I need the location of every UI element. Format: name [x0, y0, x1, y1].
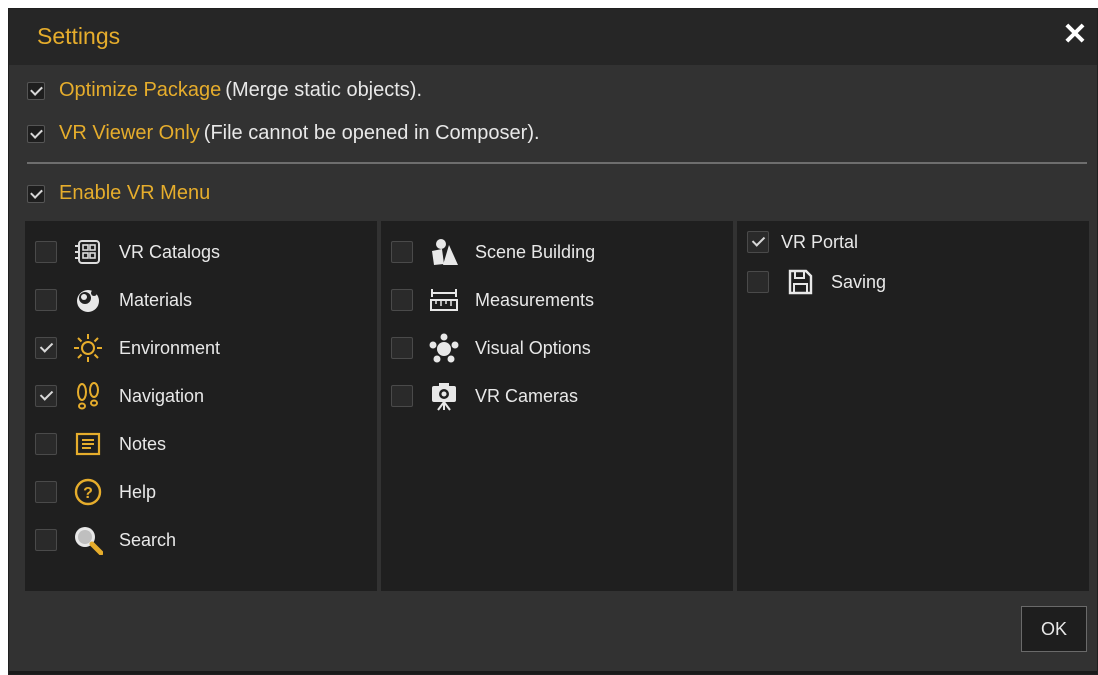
optimize-package-option[interactable]: Optimize Package (Merge static objects). [27, 79, 422, 102]
menu-item-label: Materials [119, 289, 193, 310]
vr-viewer-only-label: VR Viewer Only [59, 122, 200, 144]
enable-vr-menu-checkbox[interactable] [27, 184, 45, 203]
vr-portal-checkbox[interactable] [747, 231, 769, 253]
menu-item-vr-portal[interactable]: VR Portal [747, 231, 858, 253]
menu-item-label: VR Portal [781, 231, 859, 252]
menu-item-visual-options[interactable]: Visual Options [391, 331, 591, 365]
help-checkbox[interactable] [35, 481, 57, 503]
menu-item-environment[interactable]: Environment [35, 331, 220, 365]
menu-item-label: Visual Options [475, 337, 591, 358]
dialog-bottom-edge [9, 671, 1097, 674]
environment-checkbox[interactable] [35, 337, 57, 359]
help-icon: ? [71, 475, 105, 509]
visual-options-checkbox[interactable] [391, 337, 413, 359]
ruler-icon [427, 283, 461, 317]
menu-item-label: Scene Building [475, 241, 596, 262]
menu-item-label: VR Cameras [475, 385, 579, 406]
search-icon [71, 523, 105, 557]
optimize-package-label: Optimize Package [59, 79, 222, 101]
vr-viewer-only-option[interactable]: VR Viewer Only (File cannot be opened in… [27, 122, 540, 145]
settings-dialog: Settings ✕ Optimize Package (Merge stati… [8, 8, 1098, 675]
close-button[interactable]: ✕ [1059, 19, 1091, 51]
menu-item-label: Notes [119, 433, 167, 454]
optimize-package-checkbox[interactable] [27, 81, 45, 100]
scene-building-checkbox[interactable] [391, 241, 413, 263]
menu-item-label: Search [119, 529, 177, 550]
dialog-title: Settings [37, 23, 121, 49]
vr-cameras-checkbox[interactable] [391, 385, 413, 407]
sun-icon [71, 331, 105, 365]
svg-text:?: ? [83, 485, 93, 502]
shapes-icon [427, 235, 461, 269]
menu-item-scene-building[interactable]: Scene Building [391, 235, 595, 269]
menu-column-1: VR Catalogs Materials Environment Naviga… [25, 221, 377, 591]
notes-checkbox[interactable] [35, 433, 57, 455]
footprints-icon [71, 379, 105, 413]
menu-item-label: Navigation [119, 385, 205, 406]
menu-item-navigation[interactable]: Navigation [35, 379, 204, 413]
menu-item-search[interactable]: Search [35, 523, 176, 557]
saving-checkbox[interactable] [747, 271, 769, 293]
menu-item-label: Environment [119, 337, 221, 358]
optimize-package-note: (Merge static objects). [225, 79, 423, 101]
materials-icon [71, 283, 105, 317]
vr-catalogs-checkbox[interactable] [35, 241, 57, 263]
menu-item-materials[interactable]: Materials [35, 283, 192, 317]
navigation-checkbox[interactable] [35, 385, 57, 407]
menu-item-vr-catalogs[interactable]: VR Catalogs [35, 235, 220, 269]
menu-item-label: VR Catalogs [119, 241, 221, 262]
menu-item-label: Measurements [475, 289, 595, 310]
catalog-icon [71, 235, 105, 269]
menu-item-measurements[interactable]: Measurements [391, 283, 594, 317]
enable-vr-menu-option[interactable]: Enable VR Menu [27, 182, 210, 205]
menu-item-help[interactable]: ? Help [35, 475, 156, 509]
menu-item-label: Saving [831, 271, 887, 292]
divider [27, 162, 1087, 164]
title-bar: Settings ✕ [9, 9, 1097, 65]
vr-viewer-only-checkbox[interactable] [27, 124, 45, 143]
notes-icon [71, 427, 105, 461]
menu-item-vr-cameras[interactable]: VR Cameras [391, 379, 578, 413]
save-icon [783, 265, 817, 299]
menu-item-label: Help [119, 481, 157, 502]
menu-column-3: VR Portal Saving [737, 221, 1089, 591]
camera-icon [427, 379, 461, 413]
materials-checkbox[interactable] [35, 289, 57, 311]
visual-options-icon [427, 331, 461, 365]
search-checkbox[interactable] [35, 529, 57, 551]
ok-button[interactable]: OK [1021, 606, 1087, 652]
measurements-checkbox[interactable] [391, 289, 413, 311]
menu-item-notes[interactable]: Notes [35, 427, 166, 461]
vr-viewer-only-note: (File cannot be opened in Composer). [203, 122, 540, 144]
menu-column-2: Scene Building Measurements Visual Optio… [381, 221, 733, 591]
enable-vr-menu-label: Enable VR Menu [59, 182, 211, 204]
menu-item-saving[interactable]: Saving [747, 265, 886, 299]
